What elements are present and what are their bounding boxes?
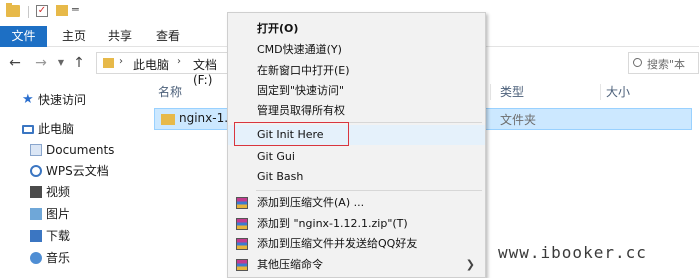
- menu-item-label: 添加到压缩文件并发送给QQ好友: [257, 237, 418, 250]
- search-placeholder: 搜索"本: [647, 58, 686, 71]
- sidebar-item-label: WPS云文档: [46, 164, 109, 178]
- menu-separator: [256, 190, 482, 191]
- menu-item-add-archive[interactable]: 添加到压缩文件(A) ...: [228, 193, 485, 213]
- properties-check-icon[interactable]: ✓: [36, 5, 48, 17]
- cloud-icon: [30, 165, 42, 177]
- music-icon: [30, 252, 42, 264]
- menu-item-git-bash[interactable]: Git Bash: [228, 167, 485, 187]
- download-icon: [30, 230, 42, 242]
- divider: [28, 6, 29, 18]
- menu-item-open-new-window[interactable]: 在新窗口中打开(E): [228, 61, 485, 81]
- recent-locations-chevron-icon[interactable]: ▼: [52, 53, 70, 73]
- winrar-icon: [236, 197, 248, 209]
- sidebar-item-label: 此电脑: [38, 122, 75, 136]
- menu-item-open[interactable]: 打开(O): [228, 19, 485, 39]
- sidebar-item-label: 音乐: [46, 251, 71, 265]
- sidebar-item-label: 快速访问: [38, 93, 87, 107]
- video-icon: [30, 186, 42, 198]
- computer-icon: [22, 125, 34, 134]
- search-icon: [633, 58, 642, 67]
- menu-item-label: Git Bash: [257, 170, 304, 183]
- tab-home[interactable]: 主页: [50, 26, 98, 47]
- menu-item-cmd[interactable]: CMD快速通道(Y): [228, 40, 485, 60]
- highlight-annotation-box: [234, 122, 349, 146]
- column-divider[interactable]: [490, 84, 491, 100]
- back-arrow-icon[interactable]: ←: [6, 53, 24, 73]
- menu-item-label: 其他压缩命令: [257, 258, 323, 271]
- forward-arrow-icon[interactable]: →: [32, 53, 50, 73]
- menu-item-archive-send-qq[interactable]: 添加到压缩文件并发送给QQ好友: [228, 234, 485, 254]
- up-arrow-icon[interactable]: ↑: [70, 53, 88, 73]
- folder-icon: [103, 58, 114, 68]
- chevron-right-icon[interactable]: ›: [119, 56, 123, 67]
- watermark: www.ibooker.cc: [498, 243, 647, 262]
- menu-item-label: 添加到压缩文件(A) ...: [257, 196, 365, 209]
- new-folder-icon[interactable]: [56, 5, 68, 16]
- menu-item-label: 打开(O): [257, 22, 299, 35]
- menu-item-take-ownership[interactable]: 管理员取得所有权: [228, 101, 485, 121]
- search-input[interactable]: 搜索"本: [628, 52, 699, 74]
- sidebar-item-label: Documents: [46, 143, 115, 157]
- column-header-type[interactable]: 类型: [500, 82, 524, 102]
- chevron-right-icon[interactable]: ›: [177, 56, 181, 67]
- tab-share[interactable]: 共享: [96, 26, 144, 47]
- sidebar-item-label: 视频: [46, 185, 71, 199]
- file-type: 文件夹: [500, 113, 537, 127]
- winrar-icon: [236, 259, 248, 271]
- breadcrumb-this-pc[interactable]: 此电脑: [133, 56, 169, 73]
- customize-quick-access-icon[interactable]: ═: [72, 3, 79, 16]
- sidebar-item-label: 图片: [46, 207, 71, 221]
- menu-item-label: 添加到 "nginx-1.12.1.zip"(T): [257, 217, 408, 230]
- menu-item-label: 管理员取得所有权: [257, 104, 345, 117]
- documents-icon: [30, 144, 42, 156]
- address-bar[interactable]: › 此电脑 › 文档 (F:): [96, 52, 236, 87]
- tab-file[interactable]: 文件: [0, 26, 47, 47]
- winrar-icon: [236, 238, 248, 250]
- navigation-pane: ★ 快速访问 此电脑 Documents WPS云文档 视频 图片 下载 音乐: [0, 80, 140, 278]
- menu-item-other-compress[interactable]: 其他压缩命令 ❯: [228, 255, 485, 275]
- menu-item-add-to-zip[interactable]: 添加到 "nginx-1.12.1.zip"(T): [228, 214, 485, 234]
- chevron-right-icon: ❯: [465, 258, 475, 271]
- tab-view[interactable]: 查看: [144, 26, 192, 47]
- winrar-icon: [236, 218, 248, 230]
- sidebar-item-label: 下载: [46, 229, 71, 243]
- column-header-size[interactable]: 大小: [606, 82, 630, 102]
- folder-icon: [161, 114, 175, 125]
- column-divider[interactable]: [600, 84, 601, 100]
- pictures-icon: [30, 208, 42, 220]
- folder-icon: [6, 3, 20, 17]
- menu-item-label: Git Gui: [257, 150, 295, 163]
- menu-item-label: CMD快速通道(Y): [257, 43, 342, 56]
- star-icon: ★: [22, 92, 34, 107]
- menu-item-git-gui[interactable]: Git Gui: [228, 147, 485, 167]
- menu-item-label: 固定到"快速访问": [257, 84, 345, 97]
- column-header-name[interactable]: 名称: [158, 82, 182, 102]
- menu-item-pin-quick-access[interactable]: 固定到"快速访问": [228, 81, 485, 101]
- menu-item-label: 在新窗口中打开(E): [257, 64, 350, 77]
